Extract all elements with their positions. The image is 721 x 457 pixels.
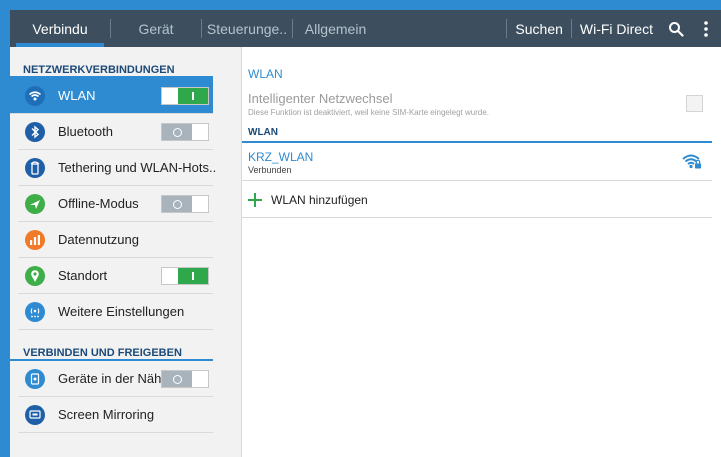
sidebar-item-label: Geräte in der Näh.. (58, 371, 169, 386)
sidebar-item-data-usage[interactable]: Datennutzung (18, 222, 213, 258)
wifi-icon (25, 85, 45, 106)
tab-label: Gerät (138, 20, 174, 37)
tab-label: Steuerunge.. (206, 20, 288, 37)
sidebar-item-screen-mirroring[interactable]: Screen Mirroring (18, 397, 213, 433)
search-button-label: Suchen (515, 20, 563, 37)
wlan-detail-pane: WLAN Intelligenter Netzwechsel Diese Fun… (242, 47, 721, 457)
page-title: WLAN (248, 67, 283, 81)
section-header-connect-share: VERBINDEN UND FREIGEBEN (10, 330, 213, 361)
settings-sidebar: NETZWERKVERBINDUNGEN WLAN Bluetooth Teth… (10, 47, 242, 457)
sidebar-item-label: WLAN (58, 88, 96, 103)
data-usage-icon (25, 229, 45, 250)
smart-network-switch-checkbox[interactable] (686, 95, 703, 112)
tab-verbindungen[interactable]: Verbindu (10, 10, 110, 47)
networks-subheader: WLAN (248, 127, 278, 138)
search-icon[interactable] (661, 10, 691, 47)
sidebar-item-label: Weitere Einstellungen (58, 304, 185, 319)
bluetooth-toggle[interactable] (161, 123, 209, 141)
tab-label: Verbindu (32, 20, 88, 37)
sidebar-item-label: Bluetooth (58, 124, 113, 139)
tethering-icon (25, 157, 45, 178)
tab-geraet[interactable]: Gerät (111, 10, 201, 47)
add-wlan-button[interactable]: WLAN hinzufügen (242, 182, 712, 218)
action-bar: Verbindu Gerät Steuerunge.. Allgemein Su… (10, 10, 721, 47)
more-networks-icon (25, 301, 45, 322)
smart-network-switch-description: Diese Funktion ist deaktiviert, weil kei… (248, 108, 489, 117)
sidebar-item-wlan[interactable]: WLAN (10, 78, 213, 114)
sidebar-item-nearby-devices[interactable]: Geräte in der Näh.. (18, 361, 213, 397)
wifi-direct-button[interactable]: Wi-Fi Direct (572, 10, 661, 47)
nearby-devices-toggle[interactable] (161, 370, 209, 388)
wifi-locked-icon (682, 152, 702, 170)
sidebar-item-offline-mode[interactable]: Offline-Modus (18, 186, 213, 222)
network-item-krz-wlan[interactable]: KRZ_WLAN Verbunden (242, 143, 712, 181)
wifi-direct-label: Wi-Fi Direct (579, 20, 653, 37)
search-button[interactable]: Suchen (507, 10, 570, 47)
tab-allgemein[interactable]: Allgemein (293, 10, 378, 47)
smart-network-switch-title: Intelligenter Netzwechsel (248, 91, 393, 106)
plus-icon (248, 192, 262, 207)
sidebar-item-bluetooth[interactable]: Bluetooth (18, 114, 213, 150)
overflow-menu-icon[interactable] (691, 10, 721, 47)
offline-mode-toggle[interactable] (161, 195, 209, 213)
sidebar-item-label: Offline-Modus (58, 196, 139, 211)
sidebar-item-label: Standort (58, 268, 108, 283)
section-header-network: NETZWERKVERBINDUNGEN (10, 47, 213, 78)
location-icon (25, 265, 45, 286)
sidebar-item-more-settings[interactable]: Weitere Einstellungen (18, 294, 213, 330)
sidebar-item-tethering[interactable]: Tethering und WLAN-Hots.. (18, 150, 217, 186)
sidebar-item-label: Tethering und WLAN-Hots.. (58, 160, 217, 175)
tab-steuerungen[interactable]: Steuerunge.. (202, 10, 292, 47)
network-name: KRZ_WLAN (248, 150, 314, 164)
bluetooth-icon (25, 121, 45, 142)
action-bar-spacer (378, 10, 506, 47)
nearby-devices-icon (25, 368, 45, 389)
sidebar-item-location[interactable]: Standort (18, 258, 213, 294)
screen-mirroring-icon (25, 404, 45, 425)
sidebar-item-label: Screen Mirroring (58, 407, 155, 422)
add-wlan-label: WLAN hinzufügen (271, 192, 368, 207)
window-frame-top (0, 0, 721, 10)
tab-label: Allgemein (304, 20, 367, 37)
location-toggle[interactable] (161, 267, 209, 285)
wlan-toggle[interactable] (161, 87, 209, 105)
airplane-icon (25, 193, 45, 214)
network-status: Verbunden (248, 165, 292, 175)
window-frame-left (0, 0, 10, 457)
sidebar-item-label: Datennutzung (58, 232, 139, 247)
